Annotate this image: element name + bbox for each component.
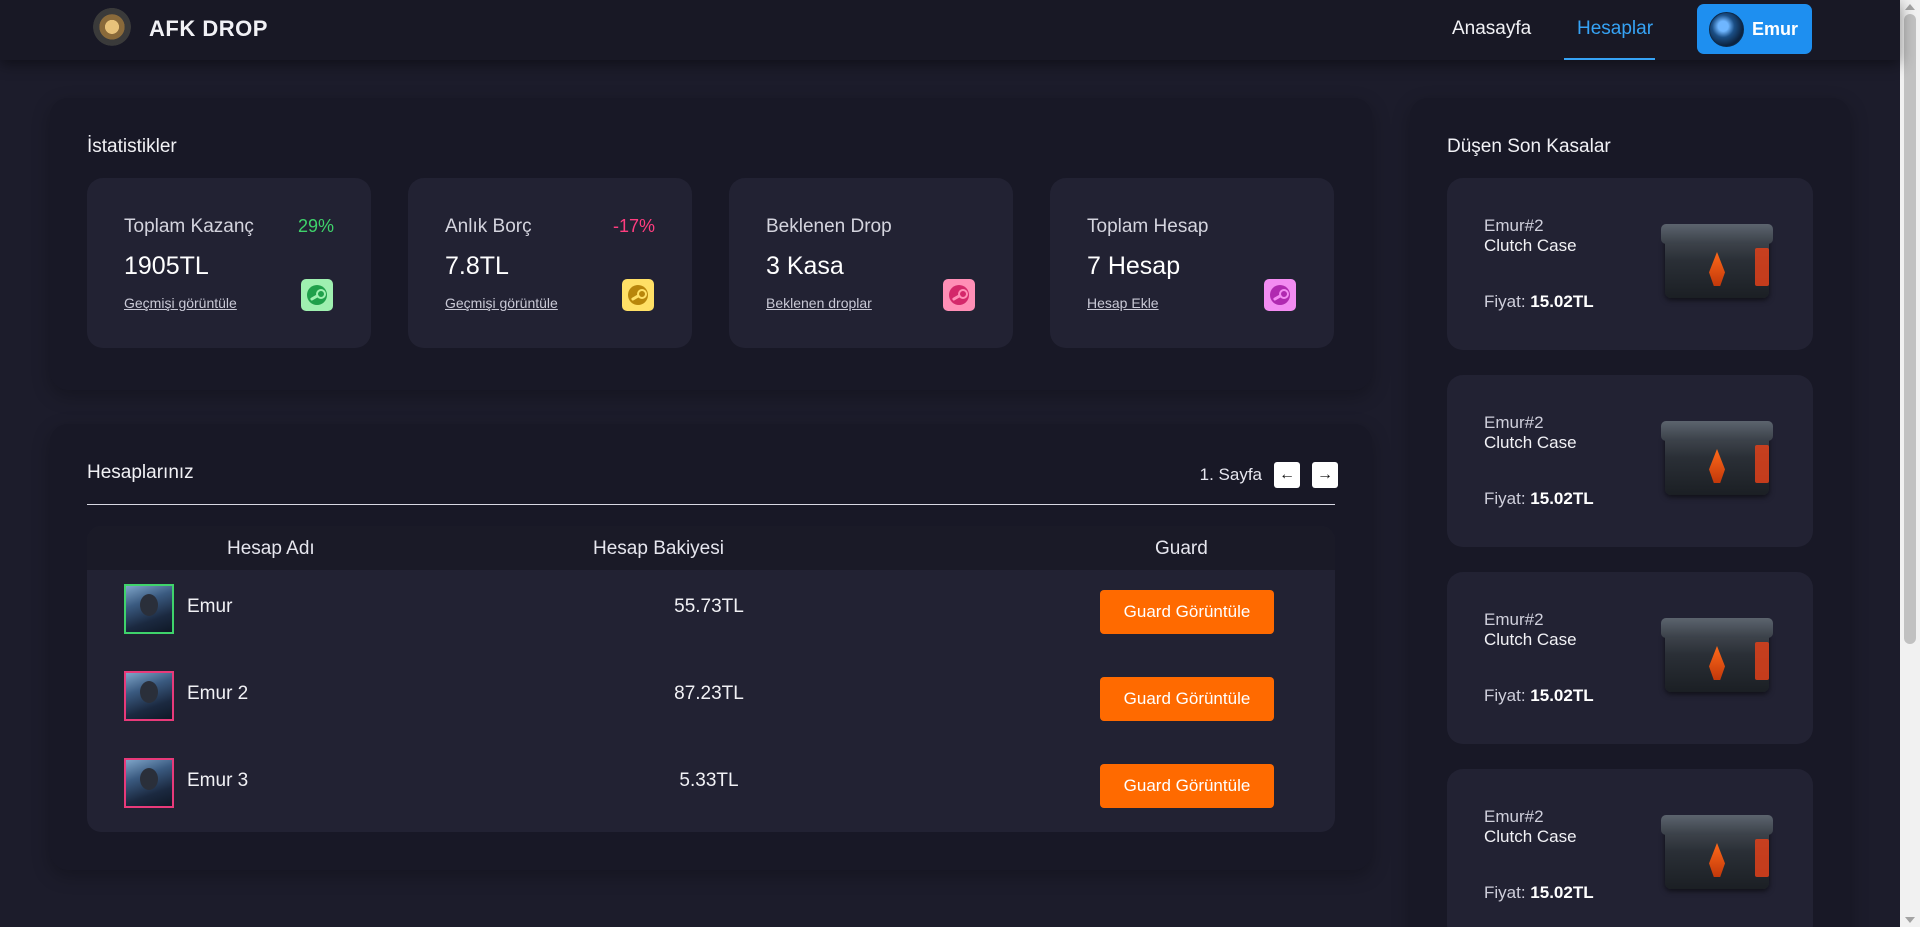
accounts-table: Hesap Adı Hesap Bakiyesi Guard Emur 55.7… — [87, 526, 1335, 832]
nav-link-accounts[interactable]: Hesaplar — [1577, 18, 1653, 40]
price-value: 15.02TL — [1530, 489, 1594, 508]
stat-card-total-earnings: Toplam Kazanç 29% 1905TL Geçmişi görüntü… — [87, 178, 371, 348]
table-row: Emur 55.73TL Guard Görüntüle — [87, 570, 1335, 640]
price-value: 15.02TL — [1530, 883, 1594, 902]
view-guard-button[interactable]: Guard Görüntüle — [1100, 590, 1274, 634]
price-label: Fiyat: — [1484, 489, 1526, 508]
steam-icon — [1264, 279, 1296, 311]
accounts-title: Hesaplarınız — [87, 462, 194, 483]
drop-case-name: Clutch Case — [1484, 630, 1577, 649]
view-history-link[interactable]: Geçmişi görüntüle — [445, 295, 558, 311]
clutch-case-image — [1659, 813, 1775, 895]
price-label: Fiyat: — [1484, 686, 1526, 705]
drop-account: Emur#2 — [1484, 216, 1544, 235]
stat-label: Beklenen Drop — [766, 216, 892, 237]
column-header-account-name: Hesap Adı — [227, 538, 315, 559]
next-page-button[interactable]: → — [1312, 462, 1338, 488]
drop-price: Fiyat: 15.02TL — [1484, 489, 1594, 509]
drop-card[interactable]: Emur#2 Clutch Case Fiyat: 15.02TL — [1447, 769, 1813, 927]
user-menu-button[interactable]: Emur — [1697, 4, 1812, 54]
divider — [87, 504, 1335, 505]
drop-account: Emur#2 — [1484, 610, 1544, 629]
view-guard-button[interactable]: Guard Görüntüle — [1100, 764, 1274, 808]
pagination: 1. Sayfa ← → — [1200, 462, 1338, 488]
stat-label: Toplam Hesap — [1087, 216, 1209, 237]
stat-value: 3 Kasa — [766, 252, 844, 280]
account-balance: 5.33TL — [679, 770, 739, 791]
stat-label: Toplam Kazanç — [124, 216, 254, 237]
table-header: Hesap Adı Hesap Bakiyesi Guard — [87, 526, 1335, 570]
drop-card[interactable]: Emur#2 Clutch Case Fiyat: 15.02TL — [1447, 178, 1813, 350]
page-label: 1. Sayfa — [1199, 465, 1262, 484]
stat-percent: -17% — [612, 216, 655, 236]
drop-price: Fiyat: 15.02TL — [1484, 686, 1594, 706]
stat-value: 7.8TL — [445, 252, 509, 280]
accounts-panel: Hesaplarınız 1. Sayfa ← → Hesap Adı Hesa… — [50, 424, 1372, 870]
clutch-case-image — [1659, 616, 1775, 698]
expected-drops-link[interactable]: Beklenen droplar — [766, 295, 872, 311]
scrollbar-thumb[interactable] — [1904, 14, 1916, 644]
brand-name[interactable]: AFK DROP — [149, 16, 268, 42]
drop-case-name: Clutch Case — [1484, 433, 1577, 452]
stat-value: 7 Hesap — [1087, 252, 1181, 280]
active-nav-indicator — [1564, 58, 1655, 60]
price-value: 15.02TL — [1530, 292, 1594, 311]
stat-value: 1905TL — [124, 252, 209, 280]
page-scrollbar[interactable] — [1900, 0, 1920, 927]
steam-icon — [622, 279, 654, 311]
clutch-case-image — [1659, 419, 1775, 501]
account-avatar — [124, 584, 174, 634]
price-label: Fiyat: — [1484, 883, 1526, 902]
prev-page-button[interactable]: ← — [1274, 462, 1300, 488]
statistics-panel: İstatistikler Toplam Kazanç 29% 1905TL G… — [50, 98, 1372, 390]
statistics-title: İstatistikler — [87, 136, 177, 157]
stat-label: Anlık Borç — [445, 216, 532, 237]
drop-price: Fiyat: 15.02TL — [1484, 883, 1594, 903]
drop-account: Emur#2 — [1484, 413, 1544, 432]
account-balance: 55.73TL — [674, 596, 744, 617]
view-history-link[interactable]: Geçmişi görüntüle — [124, 295, 237, 311]
table-row: Emur 2 87.23TL Guard Görüntüle — [87, 657, 1335, 727]
drop-price: Fiyat: 15.02TL — [1484, 292, 1594, 312]
user-avatar — [1709, 11, 1744, 47]
arrow-left-icon: ← — [1279, 466, 1295, 483]
nav-link-home[interactable]: Anasayfa — [1452, 18, 1531, 40]
account-name: Emur 3 — [187, 770, 249, 791]
afk-drop-logo[interactable] — [91, 8, 133, 50]
steam-icon — [301, 279, 333, 311]
recent-drops-title: Düşen Son Kasalar — [1447, 136, 1611, 157]
drop-account: Emur#2 — [1484, 807, 1544, 826]
table-row: Emur 3 5.33TL Guard Görüntüle — [87, 744, 1335, 814]
view-guard-button[interactable]: Guard Görüntüle — [1100, 677, 1274, 721]
drop-case-name: Clutch Case — [1484, 827, 1577, 846]
column-header-guard: Guard — [1155, 538, 1208, 559]
scroll-up-icon[interactable] — [1905, 4, 1915, 10]
steam-icon — [943, 279, 975, 311]
account-name: Emur 2 — [187, 683, 249, 704]
stat-percent: 29% — [297, 216, 334, 236]
top-navbar: AFK DROP Anasayfa Hesaplar Emur — [0, 0, 1900, 60]
arrow-right-icon: → — [1317, 466, 1333, 483]
add-account-link[interactable]: Hesap Ekle — [1087, 295, 1159, 311]
stat-card-total-accounts: Toplam Hesap 7 Hesap Hesap Ekle — [1050, 178, 1334, 348]
user-name: Emur — [1752, 18, 1799, 39]
price-value: 15.02TL — [1530, 686, 1594, 705]
account-avatar — [124, 671, 174, 721]
account-name: Emur — [187, 596, 233, 617]
clutch-case-image — [1659, 222, 1775, 304]
recent-drops-panel: Düşen Son Kasalar Emur#2 Clutch Case Fiy… — [1410, 98, 1850, 927]
price-label: Fiyat: — [1484, 292, 1526, 311]
scroll-down-icon[interactable] — [1905, 917, 1915, 923]
drop-case-name: Clutch Case — [1484, 236, 1577, 255]
account-avatar — [124, 758, 174, 808]
stat-card-current-debt: Anlık Borç -17% 7.8TL Geçmişi görüntüle — [408, 178, 692, 348]
stat-card-expected-drop: Beklenen Drop 3 Kasa Beklenen droplar — [729, 178, 1013, 348]
account-balance: 87.23TL — [674, 683, 744, 704]
column-header-balance: Hesap Bakiyesi — [593, 538, 724, 559]
drop-card[interactable]: Emur#2 Clutch Case Fiyat: 15.02TL — [1447, 572, 1813, 744]
drop-card[interactable]: Emur#2 Clutch Case Fiyat: 15.02TL — [1447, 375, 1813, 547]
